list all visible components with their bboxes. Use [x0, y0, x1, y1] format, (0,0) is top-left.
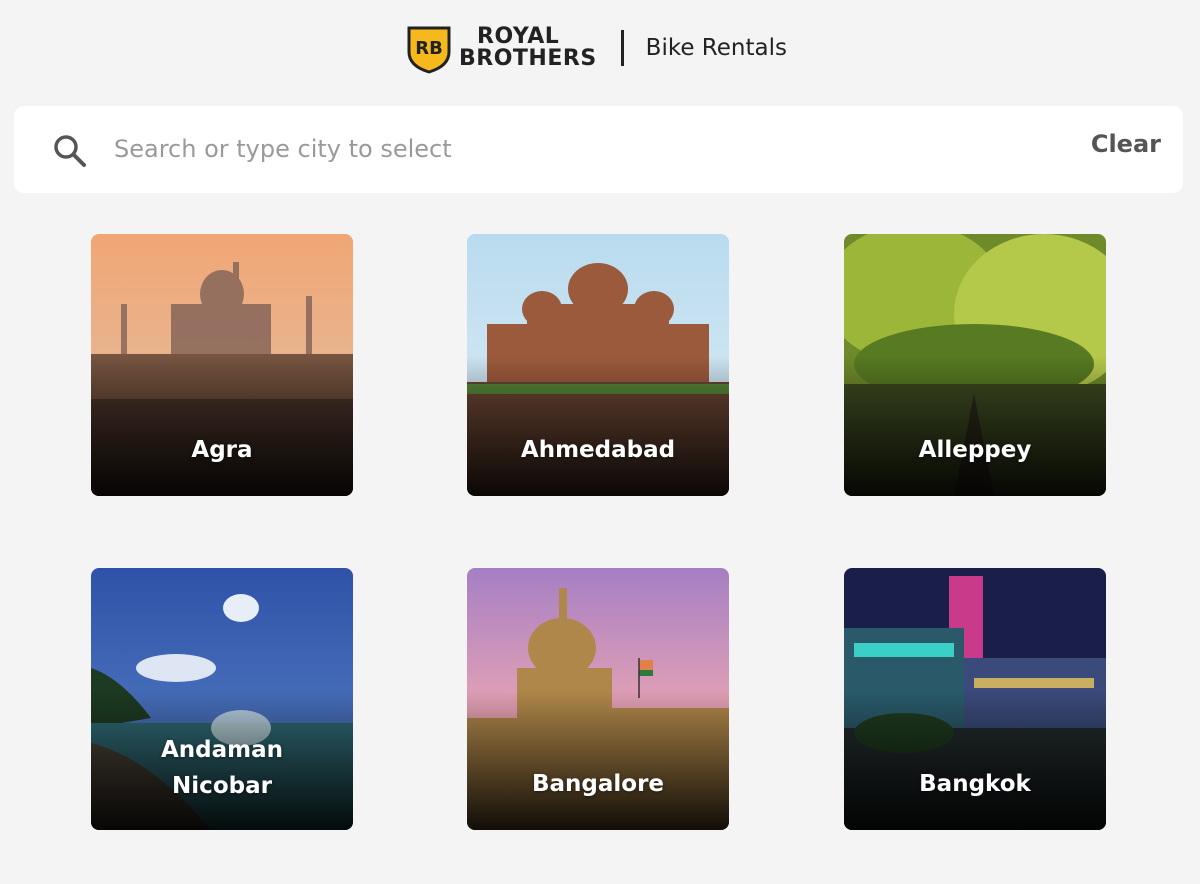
brand-wordmark: ROYAL BROTHERS: [459, 23, 597, 71]
city-card-bangalore[interactable]: Bangalore: [467, 568, 729, 830]
brand-line-2: BROTHERS: [459, 45, 597, 71]
city-card-andaman-nicobar[interactable]: Andaman Nicobar: [91, 568, 353, 830]
city-card-alleppey[interactable]: Alleppey: [844, 234, 1106, 496]
city-name: Andaman Nicobar: [91, 732, 353, 804]
city-name-line-1: Andaman: [160, 737, 284, 763]
header-divider: [620, 29, 624, 66]
city-name: Ahmedabad: [520, 437, 676, 463]
city-name: Bangkok: [919, 771, 1031, 797]
city-name: Agra: [191, 437, 253, 463]
search-input[interactable]: [114, 126, 1014, 172]
tagline: Bike Rentals: [645, 34, 787, 61]
svg-text:RB: RB: [415, 38, 443, 59]
city-card-agra[interactable]: Agra: [91, 234, 353, 496]
city-card-ahmedabad[interactable]: Ahmedabad: [467, 234, 729, 496]
city-name-line-2: Nicobar: [172, 773, 272, 799]
search-icon: [54, 135, 86, 167]
clear-button[interactable]: Clear: [1091, 130, 1161, 158]
city-name: Alleppey: [918, 437, 1032, 463]
city-name: Bangalore: [531, 771, 665, 797]
royal-brothers-badge-icon: RB: [407, 26, 451, 74]
brand-logo[interactable]: RB ROYAL BROTHERS: [403, 22, 597, 74]
city-card-bangkok[interactable]: Bangkok: [844, 568, 1106, 830]
search-bar: Clear: [14, 106, 1183, 193]
brand-line-1: ROYAL: [477, 23, 560, 49]
header: RB ROYAL BROTHERS Bike Rentals: [0, 0, 1200, 95]
